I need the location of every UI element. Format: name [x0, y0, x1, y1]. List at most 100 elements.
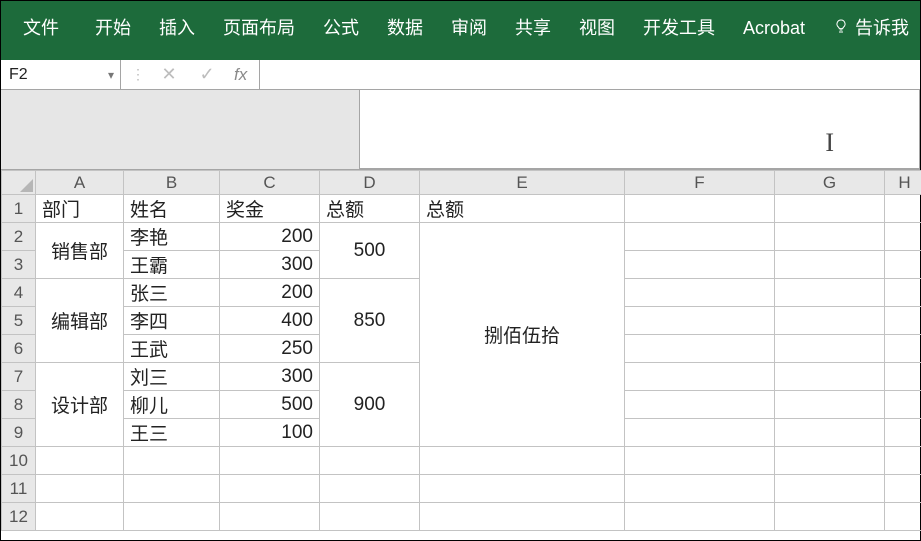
cell-B10[interactable]: [124, 447, 220, 475]
tab-data[interactable]: 数据: [373, 1, 437, 56]
cell-B4[interactable]: 张三: [124, 279, 220, 307]
cell-G1[interactable]: [775, 195, 885, 223]
cell-E2[interactable]: 捌佰伍拾: [420, 223, 625, 447]
fx-icon[interactable]: fx: [228, 65, 253, 85]
cell-B11[interactable]: [124, 475, 220, 503]
cell-H9[interactable]: [885, 419, 921, 447]
cell-H2[interactable]: [885, 223, 921, 251]
cell-B12[interactable]: [124, 503, 220, 531]
cell-C7[interactable]: 300: [220, 363, 320, 391]
formula-input[interactable]: [260, 60, 920, 89]
cell-A12[interactable]: [36, 503, 124, 531]
cell-G12[interactable]: [775, 503, 885, 531]
cell-E10[interactable]: [420, 447, 625, 475]
col-header-B[interactable]: B: [124, 171, 220, 195]
row-header-9[interactable]: 9: [2, 419, 36, 447]
cell-D11[interactable]: [320, 475, 420, 503]
cell-D12[interactable]: [320, 503, 420, 531]
cell-B8[interactable]: 柳儿: [124, 391, 220, 419]
cell-H3[interactable]: [885, 251, 921, 279]
cell-F1[interactable]: [625, 195, 775, 223]
select-all-corner[interactable]: [2, 171, 36, 195]
col-header-H[interactable]: H: [885, 171, 921, 195]
cell-A7[interactable]: 设计部: [36, 363, 124, 447]
cell-H1[interactable]: [885, 195, 921, 223]
tab-insert[interactable]: 插入: [145, 1, 209, 56]
cell-G2[interactable]: [775, 223, 885, 251]
cell-F10[interactable]: [625, 447, 775, 475]
cell-C1[interactable]: 奖金: [220, 195, 320, 223]
tab-devtools[interactable]: 开发工具: [629, 1, 729, 56]
enter-icon[interactable]: ✓: [190, 64, 224, 85]
cell-D10[interactable]: [320, 447, 420, 475]
cell-F5[interactable]: [625, 307, 775, 335]
name-box[interactable]: F2 ▾: [1, 60, 121, 89]
cell-B1[interactable]: 姓名: [124, 195, 220, 223]
cell-G4[interactable]: [775, 279, 885, 307]
cell-H12[interactable]: [885, 503, 921, 531]
cell-F9[interactable]: [625, 419, 775, 447]
cell-C6[interactable]: 250: [220, 335, 320, 363]
cell-G7[interactable]: [775, 363, 885, 391]
cell-H7[interactable]: [885, 363, 921, 391]
cell-D4[interactable]: 850: [320, 279, 420, 363]
tab-formulas[interactable]: 公式: [309, 1, 373, 56]
cell-F6[interactable]: [625, 335, 775, 363]
cell-F7[interactable]: [625, 363, 775, 391]
cell-C3[interactable]: 300: [220, 251, 320, 279]
cell-F8[interactable]: [625, 391, 775, 419]
tab-layout[interactable]: 页面布局: [209, 1, 309, 56]
spreadsheet-grid[interactable]: A B C D E F G H 1 部门 姓名 奖金 总额 总额 2 销售部 李…: [1, 170, 920, 531]
col-header-D[interactable]: D: [320, 171, 420, 195]
cell-H11[interactable]: [885, 475, 921, 503]
tab-view[interactable]: 视图: [565, 1, 629, 56]
row-header-7[interactable]: 7: [2, 363, 36, 391]
cell-F3[interactable]: [625, 251, 775, 279]
cell-H4[interactable]: [885, 279, 921, 307]
cell-B7[interactable]: 刘三: [124, 363, 220, 391]
cell-G10[interactable]: [775, 447, 885, 475]
cell-B9[interactable]: 王三: [124, 419, 220, 447]
cell-G6[interactable]: [775, 335, 885, 363]
cell-D2[interactable]: 500: [320, 223, 420, 279]
formula-bar-expanded[interactable]: I: [359, 90, 920, 169]
cell-H10[interactable]: [885, 447, 921, 475]
cell-B5[interactable]: 李四: [124, 307, 220, 335]
name-box-dropdown-icon[interactable]: ▾: [102, 68, 120, 82]
cell-G8[interactable]: [775, 391, 885, 419]
tab-review[interactable]: 审阅: [437, 1, 501, 56]
row-header-10[interactable]: 10: [2, 447, 36, 475]
cell-B3[interactable]: 王霸: [124, 251, 220, 279]
col-header-A[interactable]: A: [36, 171, 124, 195]
cell-H6[interactable]: [885, 335, 921, 363]
cell-B2[interactable]: 李艳: [124, 223, 220, 251]
cell-G11[interactable]: [775, 475, 885, 503]
col-header-C[interactable]: C: [220, 171, 320, 195]
tab-file[interactable]: 文件: [9, 1, 81, 56]
cell-F2[interactable]: [625, 223, 775, 251]
tab-home[interactable]: 开始: [81, 1, 145, 56]
cell-H8[interactable]: [885, 391, 921, 419]
cell-D7[interactable]: 900: [320, 363, 420, 447]
row-header-8[interactable]: 8: [2, 391, 36, 419]
cell-F12[interactable]: [625, 503, 775, 531]
cell-E12[interactable]: [420, 503, 625, 531]
cell-A4[interactable]: 编辑部: [36, 279, 124, 363]
cell-C12[interactable]: [220, 503, 320, 531]
cell-B6[interactable]: 王武: [124, 335, 220, 363]
cell-G9[interactable]: [775, 419, 885, 447]
cell-C10[interactable]: [220, 447, 320, 475]
row-header-2[interactable]: 2: [2, 223, 36, 251]
formula-bar-handle-icon[interactable]: ⋮: [127, 66, 148, 83]
col-header-E[interactable]: E: [420, 171, 625, 195]
row-header-4[interactable]: 4: [2, 279, 36, 307]
cell-C9[interactable]: 100: [220, 419, 320, 447]
col-header-G[interactable]: G: [775, 171, 885, 195]
cell-D1[interactable]: 总额: [320, 195, 420, 223]
cell-C5[interactable]: 400: [220, 307, 320, 335]
cell-C2[interactable]: 200: [220, 223, 320, 251]
cell-A10[interactable]: [36, 447, 124, 475]
row-header-1[interactable]: 1: [2, 195, 36, 223]
row-header-11[interactable]: 11: [2, 475, 36, 503]
cell-C4[interactable]: 200: [220, 279, 320, 307]
